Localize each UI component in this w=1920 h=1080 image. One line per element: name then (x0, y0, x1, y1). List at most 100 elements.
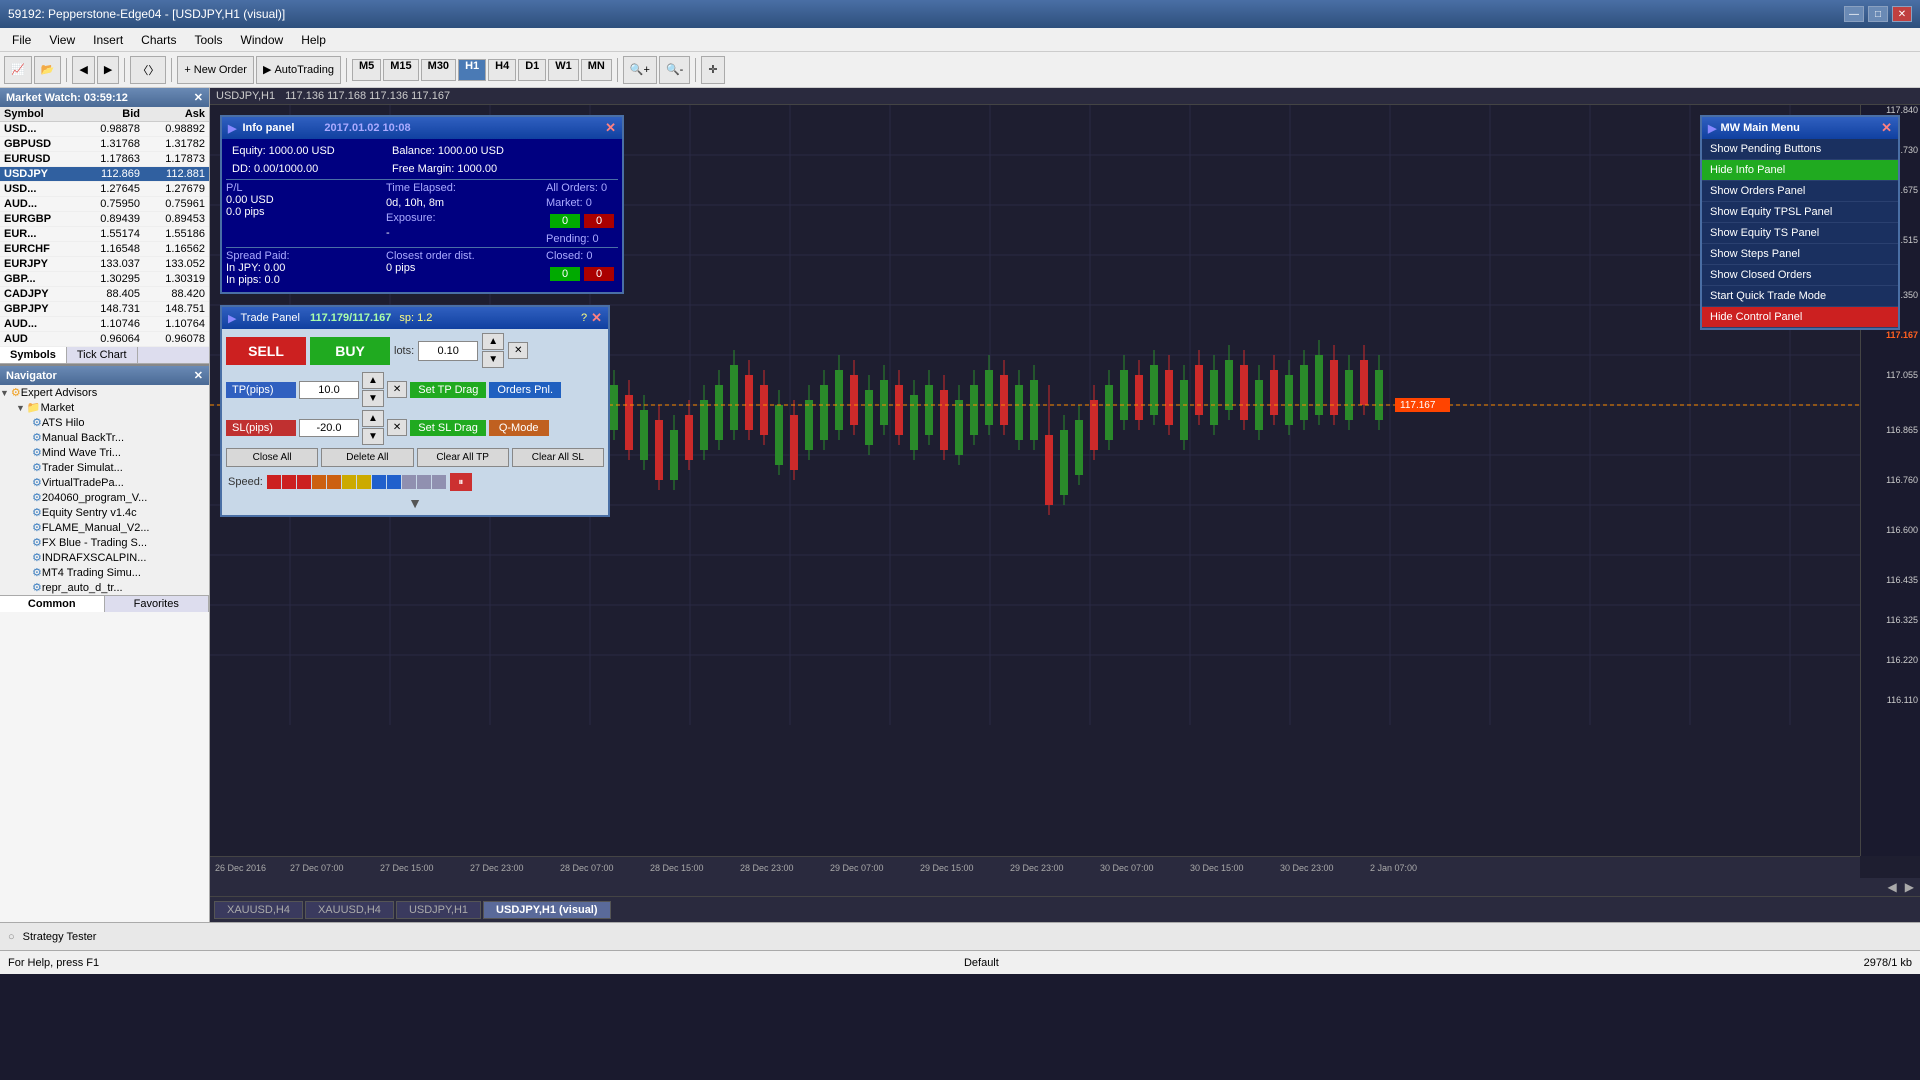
mw-row[interactable]: EURUSD 1.17863 1.17873 (0, 152, 209, 167)
tf-m30[interactable]: M30 (421, 59, 456, 81)
market-watch-close-icon[interactable]: ✕ (194, 91, 203, 104)
tf-mn[interactable]: MN (581, 59, 612, 81)
mw-row[interactable]: CADJPY 88.405 88.420 (0, 287, 209, 302)
mw-row[interactable]: AUD... 0.75950 0.75961 (0, 197, 209, 212)
scroll-right-icon[interactable]: ▶ (1901, 880, 1918, 894)
nav-item-equity-sentry[interactable]: ⚙ Equity Sentry v1.4c (32, 505, 209, 520)
tf-w1[interactable]: W1 (548, 59, 579, 81)
crosshair-btn[interactable]: ✛ (701, 56, 724, 84)
lots-down[interactable]: ▼ (482, 351, 504, 368)
menu-file[interactable]: File (4, 31, 39, 49)
show-steps-panel-btn[interactable]: Show Steps Panel (1702, 244, 1898, 265)
q-mode-btn[interactable]: Q-Mode (489, 420, 549, 436)
auto-trading-btn[interactable]: ▶ AutoTrading (256, 56, 341, 84)
menu-view[interactable]: View (41, 31, 83, 49)
nav-item-expert-advisors[interactable]: ▼ ⚙ Expert Advisors (0, 385, 209, 400)
mw-row[interactable]: EURCHF 1.16548 1.16562 (0, 242, 209, 257)
maximize-btn[interactable]: □ (1868, 6, 1888, 22)
toolbar-fwd[interactable]: ▶ (97, 56, 119, 84)
delete-all-btn[interactable]: Delete All (321, 448, 413, 467)
tp-down[interactable]: ▼ (362, 390, 384, 407)
toolbar-indicators[interactable]: 〈〉 (130, 56, 166, 84)
tf-h4[interactable]: H4 (488, 59, 516, 81)
navigator-close-icon[interactable]: ✕ (194, 369, 203, 382)
new-order-btn[interactable]: + New Order (177, 56, 254, 84)
show-pending-btn[interactable]: Show Pending Buttons (1702, 139, 1898, 160)
menu-help[interactable]: Help (293, 31, 334, 49)
mw-row[interactable]: EUR... 1.55174 1.55186 (0, 227, 209, 242)
menu-window[interactable]: Window (233, 31, 292, 49)
tf-m5[interactable]: M5 (352, 59, 381, 81)
trade-panel-close[interactable]: ✕ (591, 310, 602, 326)
nav-item-mt4[interactable]: ⚙ MT4 Trading Simu... (32, 565, 209, 580)
nav-item-market[interactable]: ▼ 📁 Market (16, 400, 209, 415)
mw-tab-tickchart[interactable]: Tick Chart (67, 347, 138, 363)
toolbar-back[interactable]: ◀ (72, 56, 94, 84)
show-orders-panel-btn[interactable]: Show Orders Panel (1702, 181, 1898, 202)
lots-clear[interactable]: ✕ (508, 342, 528, 359)
nav-item-mind-wave-tri[interactable]: ⚙ Mind Wave Tri... (32, 445, 209, 460)
mw-tab-symbols[interactable]: Symbols (0, 347, 67, 363)
menu-charts[interactable]: Charts (133, 31, 184, 49)
show-equity-ts-btn[interactable]: Show Equity TS Panel (1702, 223, 1898, 244)
hide-info-panel-btn[interactable]: Hide Info Panel (1702, 160, 1898, 181)
set-sl-drag-btn[interactable]: Set SL Drag (410, 420, 486, 436)
mw-row[interactable]: EURJPY 133.037 133.052 (0, 257, 209, 272)
sl-down[interactable]: ▼ (362, 428, 384, 445)
nav-tab-common[interactable]: Common (0, 596, 105, 612)
menu-insert[interactable]: Insert (85, 31, 131, 49)
nav-tab-favorites[interactable]: Favorites (105, 596, 210, 612)
toolbar-open[interactable]: 📂 (34, 56, 62, 84)
nav-item-manual-backtr[interactable]: ⚙ Manual BackTr... (32, 430, 209, 445)
trade-help-icon[interactable]: ? (581, 312, 587, 324)
show-equity-tpsl-btn[interactable]: Show Equity TPSL Panel (1702, 202, 1898, 223)
sell-button[interactable]: SELL (226, 337, 306, 365)
zoom-in-btn[interactable]: 🔍+ (623, 56, 657, 84)
minimize-btn[interactable]: — (1844, 6, 1864, 22)
pause-btn[interactable]: ⏸ (450, 473, 472, 491)
close-all-btn[interactable]: Close All (226, 448, 318, 467)
chart-tab-xauusd-h4-2[interactable]: XAUUSD,H4 (305, 901, 394, 919)
nav-item-fxblue[interactable]: ⚙ FX Blue - Trading S... (32, 535, 209, 550)
nav-item-trader-simulat[interactable]: ⚙ Trader Simulat... (32, 460, 209, 475)
mw-row[interactable]: AUD... 1.10746 1.10764 (0, 317, 209, 332)
menu-tools[interactable]: Tools (187, 31, 231, 49)
nav-item-204060[interactable]: ⚙ 204060_program_V... (32, 490, 209, 505)
trade-panel-expand-icon[interactable]: ▼ (408, 495, 422, 511)
strategy-tester-label[interactable]: Strategy Tester (23, 931, 97, 943)
sl-input[interactable] (299, 419, 359, 437)
sl-up[interactable]: ▲ (362, 410, 384, 427)
mw-row[interactable]: GBPJPY 148.731 148.751 (0, 302, 209, 317)
nav-item-virtualtrade[interactable]: ⚙ VirtualTradePa... (32, 475, 209, 490)
hide-control-panel-btn[interactable]: Hide Control Panel (1702, 307, 1898, 328)
scroll-left-icon[interactable]: ◀ (1884, 880, 1901, 894)
set-tp-drag-btn[interactable]: Set TP Drag (410, 382, 486, 398)
mw-row[interactable]: EURGBP 0.89439 0.89453 (0, 212, 209, 227)
mw-row[interactable]: GBPUSD 1.31768 1.31782 (0, 137, 209, 152)
clear-all-tp-btn[interactable]: Clear All TP (417, 448, 509, 467)
lots-input[interactable] (418, 341, 478, 361)
chart-tab-xauusd-h4-1[interactable]: XAUUSD,H4 (214, 901, 303, 919)
tp-input[interactable] (299, 381, 359, 399)
tf-m15[interactable]: M15 (383, 59, 418, 81)
zoom-out-btn[interactable]: 🔍- (659, 56, 690, 84)
chart-tab-usdjpy-h1[interactable]: USDJPY,H1 (396, 901, 481, 919)
lots-up[interactable]: ▲ (482, 333, 504, 350)
nav-item-ats-hilo[interactable]: ⚙ ATS Hilo (32, 415, 209, 430)
orders-pnl-btn[interactable]: Orders Pnl. (489, 382, 561, 398)
tp-up[interactable]: ▲ (362, 372, 384, 389)
tf-d1[interactable]: D1 (518, 59, 546, 81)
nav-item-flame[interactable]: ⚙ FLAME_Manual_V2... (32, 520, 209, 535)
nav-item-repr[interactable]: ⚙ repr_auto_d_tr... (32, 580, 209, 595)
tp-clear[interactable]: ✕ (387, 381, 407, 398)
chart-tab-usdjpy-h1-visual[interactable]: USDJPY,H1 (visual) (483, 901, 610, 919)
info-panel-close[interactable]: ✕ (605, 120, 616, 136)
tf-h1[interactable]: H1 (458, 59, 486, 81)
mw-row-usdjpy[interactable]: USDJPY 112.869 112.881 (0, 167, 209, 182)
toolbar-new-chart[interactable]: 📈 (4, 56, 32, 84)
mw-row[interactable]: GBP... 1.30295 1.30319 (0, 272, 209, 287)
mw-menu-close[interactable]: ✕ (1881, 120, 1892, 136)
close-btn[interactable]: ✕ (1892, 6, 1912, 22)
mw-row[interactable]: AUD 0.96064 0.96078 (0, 332, 209, 347)
sl-clear[interactable]: ✕ (387, 419, 407, 436)
